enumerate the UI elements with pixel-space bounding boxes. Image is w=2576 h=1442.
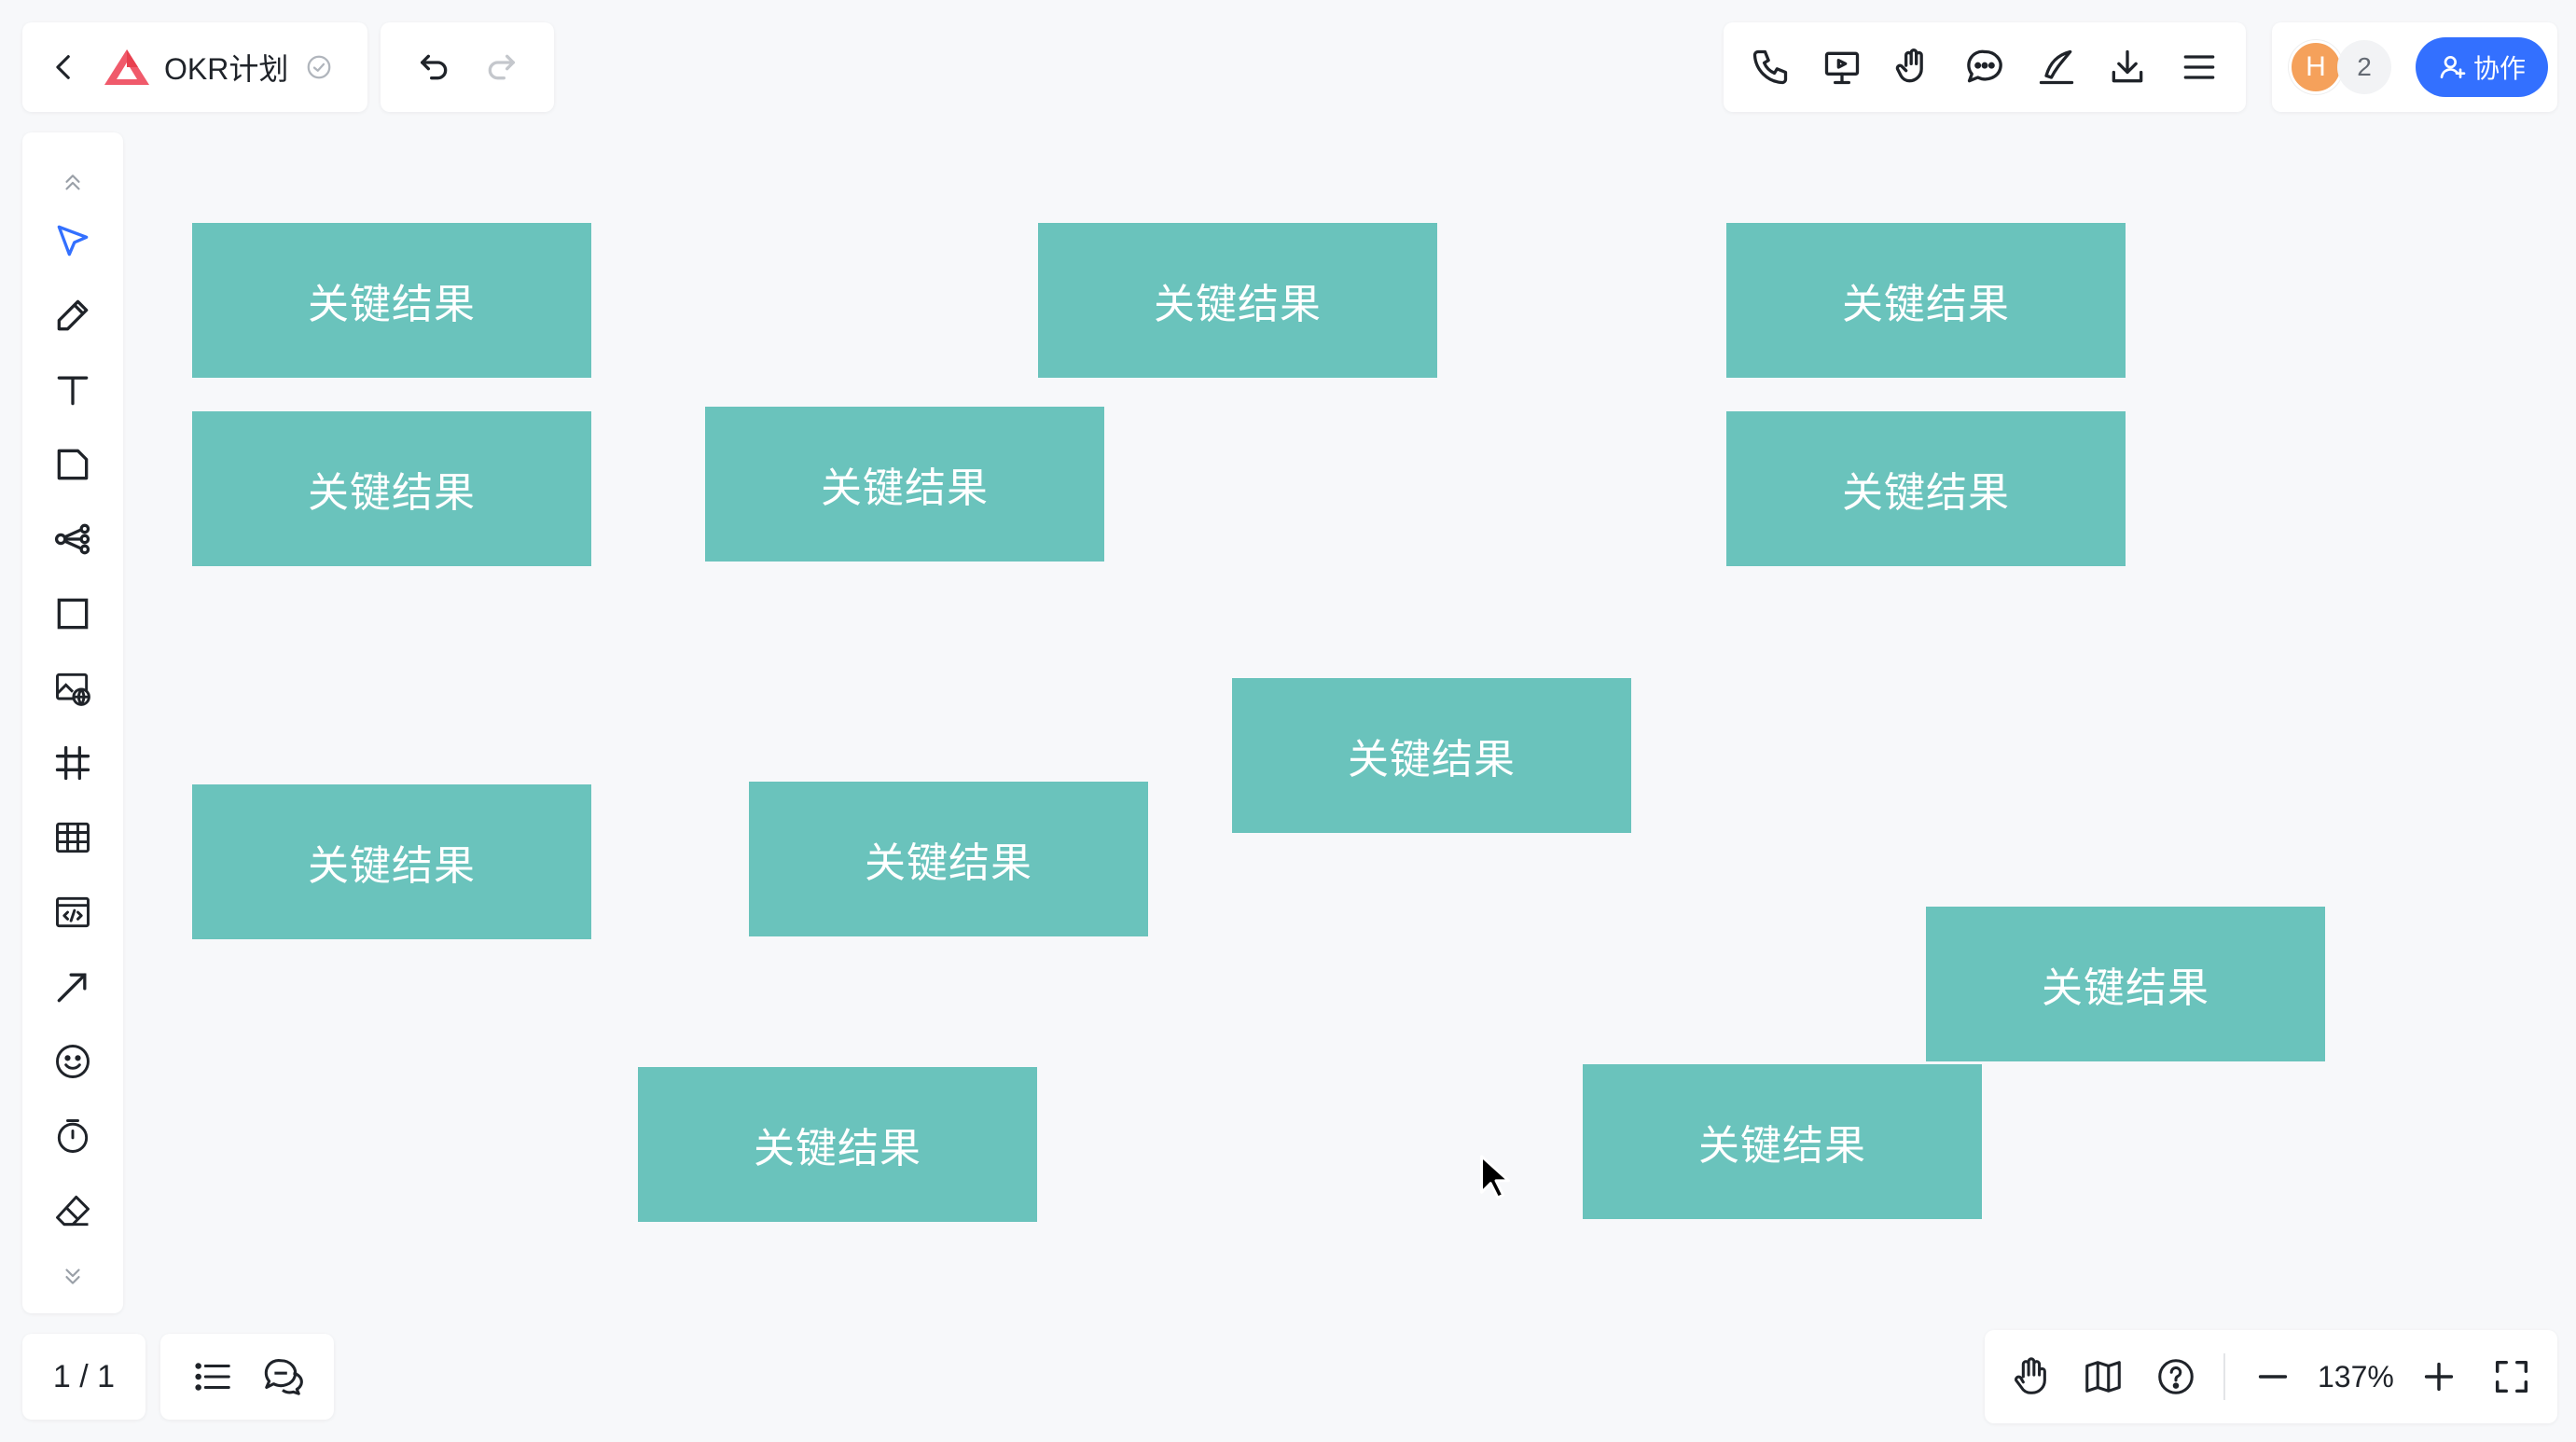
table-icon[interactable] [47,811,99,864]
collapse-up-icon[interactable] [47,157,99,209]
app-logo-icon [103,47,151,88]
undo-icon[interactable] [416,49,453,86]
menu-icon[interactable] [2179,47,2220,88]
key-result-card[interactable]: 关键结果 [1038,223,1437,378]
outline-list-icon[interactable] [191,1355,234,1398]
avatar[interactable]: H [2289,40,2343,94]
outline-bar [160,1334,334,1420]
saved-check-icon [305,53,333,81]
download-icon[interactable] [2107,47,2148,88]
key-result-card[interactable]: 关键结果 [192,411,591,566]
key-result-card[interactable]: 关键结果 [192,223,591,378]
embed-icon[interactable] [47,886,99,938]
shape-icon[interactable] [47,588,99,640]
help-icon[interactable] [2154,1355,2197,1398]
zoom-out-icon[interactable] [2251,1355,2294,1398]
hand-icon[interactable] [2009,1355,2052,1398]
select-icon[interactable] [47,215,99,267]
history-bar [381,22,554,112]
timer-icon[interactable] [47,1110,99,1162]
mouse-cursor-icon [1477,1153,1515,1199]
divider [2223,1353,2225,1400]
hand-raise-icon[interactable] [1892,47,1933,88]
zoom-in-icon[interactable] [2417,1355,2460,1398]
doc-title[interactable]: OKR计划 [164,46,288,89]
key-result-card[interactable]: 关键结果 [638,1067,1037,1222]
text-icon[interactable] [47,364,99,416]
chevron-left-icon[interactable] [48,51,80,83]
frame-icon[interactable] [47,737,99,789]
sticky-note-icon[interactable] [47,438,99,491]
collaborators-bar: H 2 协作 [2272,22,2557,112]
arrow-icon[interactable] [47,961,99,1013]
comment-icon[interactable] [1964,47,2005,88]
page-indicator[interactable]: 1 / 1 [22,1334,145,1420]
mindmap-icon[interactable] [47,513,99,565]
pen-icon[interactable] [47,289,99,341]
key-result-card[interactable]: 关键结果 [1926,907,2325,1061]
top-tool-bar [1724,22,2246,112]
key-result-card[interactable]: 关键结果 [705,407,1104,562]
zoom-level[interactable]: 137% [2311,1360,2401,1394]
image-icon[interactable] [47,662,99,714]
collaborator-count[interactable]: 2 [2337,40,2391,94]
present-icon[interactable] [1821,47,1863,88]
sign-pen-icon[interactable] [2036,47,2077,88]
comments-icon[interactable] [261,1355,304,1398]
key-result-card[interactable]: 关键结果 [1232,678,1631,833]
key-result-card[interactable]: 关键结果 [1726,411,2126,566]
left-toolbar [22,132,123,1313]
key-result-card[interactable]: 关键结果 [1726,223,2126,378]
redo-icon[interactable] [482,49,519,86]
expand-down-icon[interactable] [47,1250,99,1302]
collaborate-label: 协作 [2472,54,2526,83]
emoji-icon[interactable] [47,1035,99,1088]
eraser-icon[interactable] [47,1185,99,1237]
map-icon[interactable] [2082,1355,2125,1398]
phone-icon[interactable] [1750,47,1791,88]
view-controls: 137% [1985,1330,2557,1423]
fullscreen-icon[interactable] [2490,1355,2533,1398]
key-result-card[interactable]: 关键结果 [1583,1064,1982,1219]
add-user-icon [2438,52,2468,82]
collaborate-button[interactable]: 协作 [2416,37,2548,97]
doc-title-bar: OKR计划 [22,22,367,112]
key-result-card[interactable]: 关键结果 [749,782,1148,936]
key-result-card[interactable]: 关键结果 [192,784,591,939]
